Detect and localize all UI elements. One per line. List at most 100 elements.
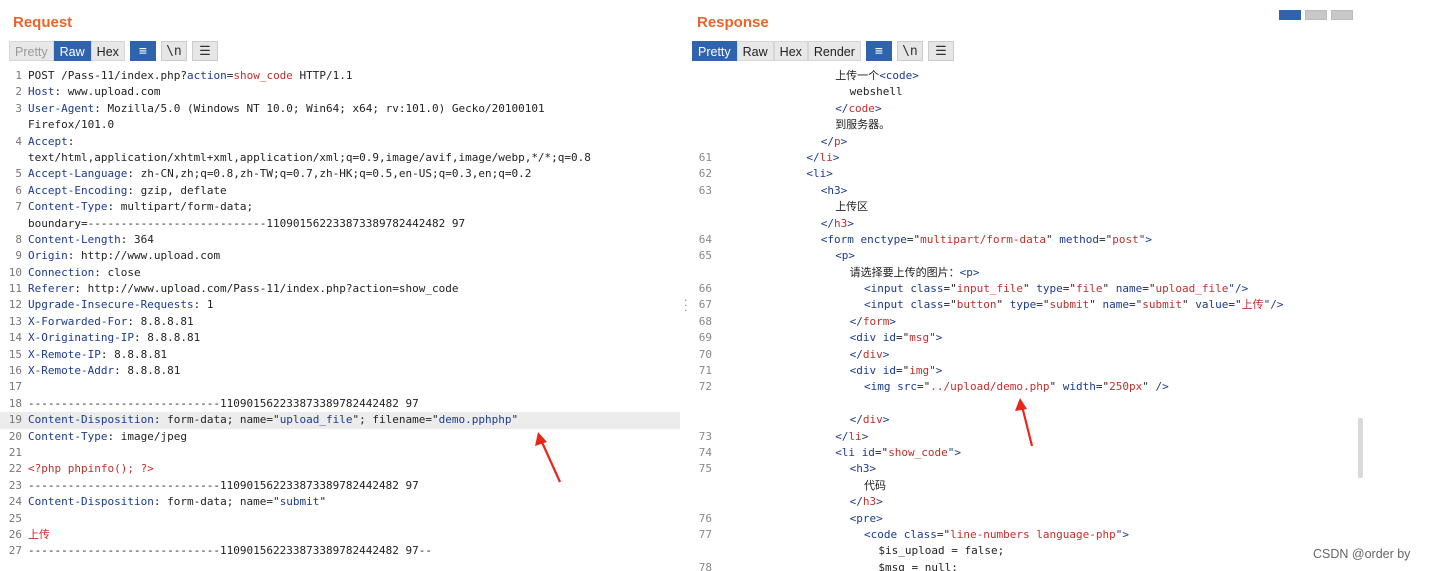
code-line: 61 </li> [690,150,1365,166]
line-number: 72 [698,380,712,394]
code-line: 65 <p> [690,248,1365,264]
line-text: <pre> [849,511,883,525]
line-text: <li id="show_code"> [835,445,962,459]
line-number: 10 [8,265,22,279]
code-line: 13 X-Forwarded-For: 8.8.8.81 [0,314,680,330]
request-editor[interactable]: 1 POST /Pass-11/index.php?action=show_cod… [0,68,680,571]
line-text: Firefox/101.0 [28,118,115,132]
line-number: 12 [8,298,22,312]
panel-divider[interactable] [680,0,690,571]
line-text: 上传区 [835,200,869,214]
line-number: 16 [8,364,22,378]
response-scrollbar[interactable] [1358,418,1363,478]
code-line: 19 Content-Disposition: form-data; name="… [0,412,680,429]
show-newlines-icon[interactable]: \n [160,41,187,61]
code-line: 代码 [690,478,1365,494]
code-line: 14 X-Originating-IP: 8.8.8.81 [0,330,680,346]
code-line: 4 Accept: [0,134,680,150]
line-number: 7 [15,200,22,214]
line-text: 代码 [864,478,886,492]
code-line: 78 $msg = null; [690,560,1365,571]
line-number: 18 [8,396,22,410]
code-line: webshell [690,84,1365,100]
wrap-lines-icon[interactable]: ≡ [865,41,892,61]
line-number: 19 [8,413,22,427]
line-number: 26 [8,527,22,541]
line-text: <code class="line-numbers language-php"> [864,527,1129,541]
line-text: Accept-Language: zh-CN,zh;q=0.8,zh-TW;q=… [28,167,532,181]
line-text: <input class="input_file" type="file" na… [864,282,1249,296]
line-number: 71 [698,364,712,378]
line-number: 13 [8,314,22,328]
line-text: Content-Type: image/jpeg [28,429,187,443]
layout-tabs-icon[interactable] [1331,10,1353,20]
code-line: 到服务器。 [690,117,1365,133]
layout-split-vertical-icon[interactable] [1305,10,1327,20]
response-editor[interactable]: 上传一个<code> webshell </code> 到服务器。 </p> 61 </li… [690,68,1365,571]
code-line: 64 <form enctype="multipart/form-data" me… [690,232,1365,248]
response-tab-render[interactable]: Render [807,41,861,61]
code-line: 7 Content-Type: multipart/form-data; [0,199,680,215]
response-tab-pretty[interactable]: Pretty [692,41,737,61]
line-text: Accept-Encoding: gzip, deflate [28,183,227,197]
line-text: </li> [806,150,840,164]
response-tab-raw[interactable]: Raw [736,41,774,61]
line-number: 61 [698,150,712,164]
line-text: Content-Disposition: form-data; name="su… [28,495,327,509]
code-line: 66 <input class="input_file" type="file" … [690,281,1365,297]
line-text: text/html,application/xhtml+xml,applicat… [28,150,591,164]
line-text: -----------------------------11090156223… [28,478,419,492]
line-text: <h3> [849,462,877,476]
line-text: 上传 [28,527,50,541]
line-text: User-Agent: Mozilla/5.0 (Windows NT 10.0… [28,101,545,115]
code-line: 上传区 [690,199,1365,215]
line-number: 14 [8,331,22,345]
code-line: 8 Content-Length: 364 [0,232,680,248]
code-line: 26 上传 [0,527,680,543]
code-line: 18 -----------------------------110901562… [0,396,680,412]
drag-handle-icon[interactable]: · · · [684,295,688,316]
request-tab-hex[interactable]: Hex [90,41,125,61]
code-line: 6 Accept-Encoding: gzip, deflate [0,183,680,199]
line-number: 6 [15,183,22,197]
line-number: 3 [15,101,22,115]
line-number: 62 [698,167,712,181]
line-number: 78 [698,560,712,571]
request-tab-raw[interactable]: Raw [53,41,91,61]
line-text: </h3> [820,216,854,230]
line-text: X-Forwarded-For: 8.8.8.81 [28,314,194,328]
line-text: Content-Disposition: form-data; name="up… [28,413,519,427]
code-line: 9 Origin: http://www.upload.com [0,248,680,264]
line-text: <p> [835,249,856,263]
request-panel: Request Pretty Raw Hex ≡ \n ☰ 1 POST /Pas… [0,0,680,571]
line-number: 23 [8,478,22,492]
request-tab-pretty[interactable]: Pretty [9,41,54,61]
code-line: 3 User-Agent: Mozilla/5.0 (Windows NT 10.… [0,101,680,117]
wrap-lines-icon[interactable]: ≡ [129,41,156,61]
line-text: Content-Type: multipart/form-data; [28,200,254,214]
code-line: 22 <?php phpinfo(); ?> [0,461,680,477]
code-line: 70 </div> [690,347,1365,363]
line-text: X-Remote-Addr: 8.8.8.81 [28,364,181,378]
line-number: 63 [698,183,712,197]
watermark-credit: CSDN @order by [1313,547,1411,561]
menu-icon[interactable]: ☰ [927,41,954,61]
code-line: 27 -----------------------------110901562… [0,543,680,559]
response-tab-hex[interactable]: Hex [773,41,808,61]
line-number: 69 [698,331,712,345]
line-number: 74 [698,445,712,459]
line-number: 65 [698,249,712,263]
line-text: X-Remote-IP: 8.8.8.81 [28,347,168,361]
line-number: 8 [15,232,22,246]
line-text: Host: www.upload.com [28,85,161,99]
line-text: <li> [806,167,833,181]
show-newlines-icon[interactable]: \n [896,41,923,61]
code-line: 11 Referer: http://www.upload.com/Pass-11… [0,281,680,297]
line-text: POST /Pass-11/index.php?action=show_code… [28,69,353,82]
code-line: boundary=---------------------------1109… [0,216,680,232]
layout-split-horizontal-icon[interactable] [1279,10,1301,20]
code-line: 20 Content-Type: image/jpeg [0,429,680,445]
code-line: 68 </form> [690,314,1365,330]
line-text: $is_upload = false; [878,544,1005,558]
menu-icon[interactable]: ☰ [191,41,218,61]
